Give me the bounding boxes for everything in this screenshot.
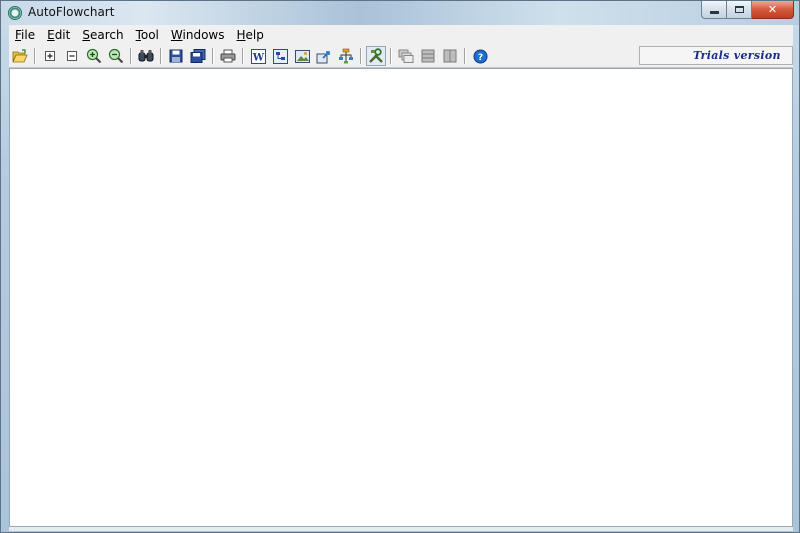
save-all-button[interactable] [188,46,208,66]
close-icon: ✕ [767,3,778,16]
image-export-button[interactable] [292,46,312,66]
toolbar: W ? Trials version [9,45,793,68]
app-window: AutoFlowchart ✕ File Edit Search Tool Wi… [0,0,800,533]
cascade-windows-button[interactable] [396,46,416,66]
minimize-button[interactable] [701,1,727,19]
tile-windows-icon [421,49,435,63]
expand-button[interactable] [40,46,60,66]
toolbar-separator [360,48,362,64]
print-button[interactable] [218,46,238,66]
menu-windows[interactable]: Windows [165,25,231,45]
close-button[interactable]: ✕ [752,1,794,19]
menu-edit[interactable]: Edit [41,25,76,45]
collapse-icon [67,51,77,61]
visio-export-button[interactable] [270,46,290,66]
minimize-icon [709,10,719,14]
save-all-icon [190,49,206,63]
toolbar-separator [160,48,162,64]
tile-windows-button[interactable] [418,46,438,66]
find-button[interactable] [136,46,156,66]
export-button[interactable] [314,46,334,66]
menu-bar: File Edit Search Tool Windows Help [9,25,793,45]
zoom-out-icon [108,48,124,64]
help-icon: ? [473,49,487,63]
toolbar-separator [212,48,214,64]
maximize-icon [734,6,744,13]
toolbar-separator [390,48,392,64]
tools-icon [369,48,383,63]
svg-text:?: ? [477,53,482,63]
arrange-windows-button[interactable] [440,46,460,66]
cascade-windows-icon [398,49,414,63]
status-bar [9,527,793,531]
find-icon [138,50,154,62]
flowchart-workspace[interactable] [9,68,793,527]
maximize-button[interactable] [727,1,752,19]
toolbar-separator [464,48,466,64]
open-folder-icon [12,49,28,63]
trial-version-label: Trials version [693,49,781,62]
flowchart-button[interactable] [336,46,356,66]
svg-text:W: W [251,52,264,63]
toolbar-separator [130,48,132,64]
image-export-icon [294,49,310,63]
app-logo-icon[interactable] [8,6,22,20]
menu-search[interactable]: Search [76,25,129,45]
save-button[interactable] [166,46,186,66]
tools-button[interactable] [366,46,386,66]
toolbar-separator [34,48,36,64]
menu-file[interactable]: File [9,25,41,45]
save-icon [169,49,183,63]
arrange-windows-icon [443,49,457,63]
word-export-icon: W [250,48,266,64]
expand-icon [45,51,55,61]
menu-tool[interactable]: Tool [130,25,165,45]
menu-help[interactable]: Help [230,25,269,45]
zoom-in-icon [86,48,102,64]
export-icon [316,50,330,63]
caption-buttons: ✕ [701,1,794,19]
collapse-button[interactable] [62,46,82,66]
open-button[interactable] [10,46,30,66]
trial-version-banner: Trials version [639,46,793,65]
visio-export-icon [272,48,288,64]
flowchart-icon [339,48,353,64]
zoom-in-button[interactable] [84,46,104,66]
title-bar[interactable]: AutoFlowchart ✕ [1,1,799,25]
toolbar-separator [242,48,244,64]
print-icon [220,49,236,63]
help-button[interactable]: ? [470,46,490,66]
window-title: AutoFlowchart [28,5,115,19]
zoom-out-button[interactable] [106,46,126,66]
word-export-button[interactable]: W [248,46,268,66]
